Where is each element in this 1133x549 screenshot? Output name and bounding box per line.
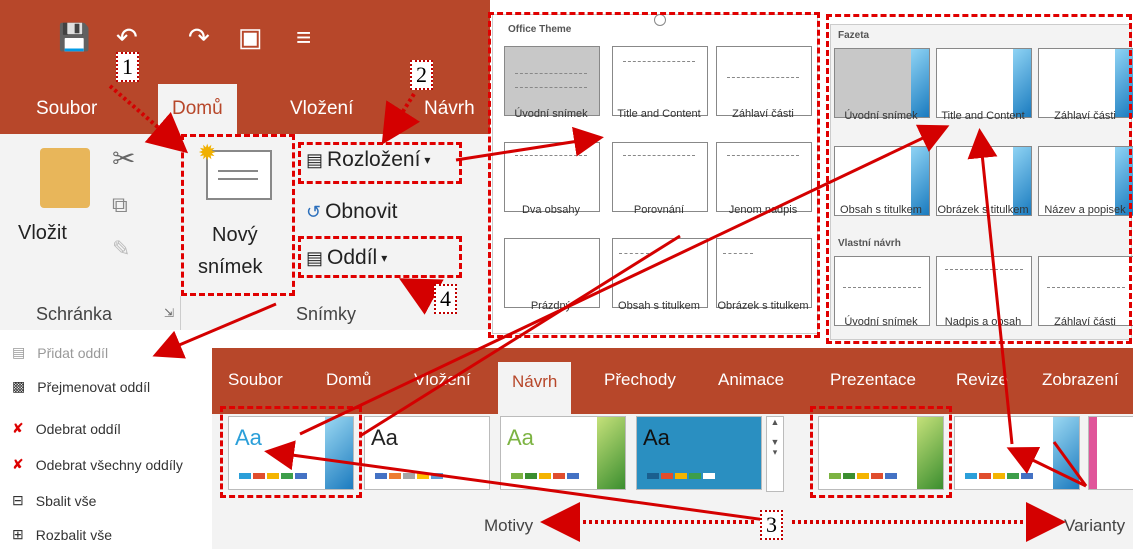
callout-1: 1 [116,52,139,82]
annotation-arrows [108,84,1088,542]
callout-4: 4 [434,284,457,314]
callout-3: 3 [760,510,783,540]
callout-2: 2 [410,60,433,90]
